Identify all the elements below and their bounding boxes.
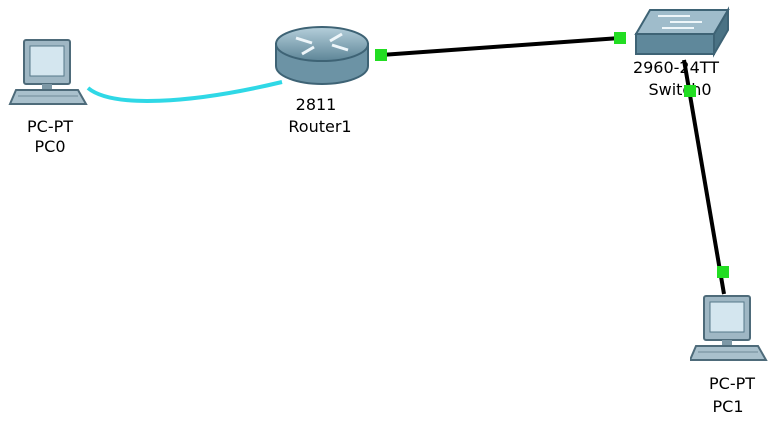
port-status-pc1 [717, 266, 729, 278]
network-topology-canvas[interactable]: PC-PT PC0 2811 Router1 2960-24TT Switch0… [0, 0, 771, 421]
pc0-computer-icon[interactable] [8, 38, 90, 112]
router1-model-label: 2811 [295, 95, 337, 114]
pc1-name-label: PC1 [712, 397, 744, 416]
console-cable-pc0-router1[interactable] [86, 80, 283, 103]
switch0-model-label: 2960-24TT [632, 58, 720, 77]
port-status-switch0-uplink [614, 32, 626, 44]
ethernet-cable-router1-switch0[interactable] [380, 36, 621, 57]
port-status-router1 [375, 49, 387, 61]
router1-name-label: Router1 [288, 117, 352, 136]
switch0-name-label: Switch0 [648, 80, 712, 99]
pc1-model-label: PC-PT [708, 374, 756, 393]
pc0-model-label: PC-PT [26, 117, 74, 136]
switch0-switch-icon[interactable] [630, 6, 730, 58]
pc1-computer-icon[interactable] [690, 294, 770, 366]
router1-router-icon[interactable] [272, 24, 372, 92]
pc0-name-label: PC0 [34, 137, 66, 156]
